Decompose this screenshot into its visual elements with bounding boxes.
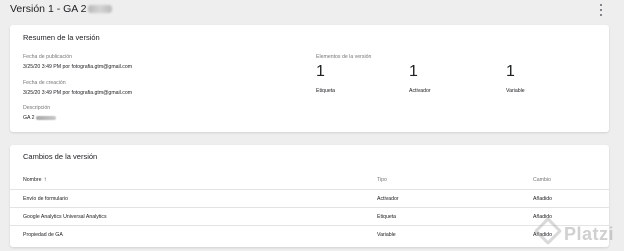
version-header: Versión 1 - GA 2 xyxy=(0,0,624,20)
elements-label: Elementos de la versión xyxy=(316,54,372,60)
row-type: Activador xyxy=(377,196,399,202)
description-value: GA 2 xyxy=(23,115,56,121)
version-changes-card: Cambios de la versión Nombre ↑ Tipo Cambi… xyxy=(10,145,609,247)
description-text: GA 2 xyxy=(23,115,35,121)
row-name: Propiedad de GA xyxy=(23,232,63,238)
redacted-text xyxy=(88,5,113,14)
tag-count-label: Etiqueta xyxy=(316,88,336,94)
publication-date-value: 3/25/20 3:49 PM por fotografia.gtm@gmail… xyxy=(23,64,133,70)
column-header-change[interactable]: Cambio xyxy=(533,177,551,183)
changes-title: Cambios de la versión xyxy=(23,152,98,161)
variable-count: 1 xyxy=(506,63,515,80)
publication-date-label: Fecha de publicación xyxy=(23,54,73,60)
variable-count-label: Variable xyxy=(506,88,525,94)
arrow-up-icon[interactable]: ↑ xyxy=(43,177,46,183)
row-type: Etiqueta xyxy=(377,214,397,220)
table-row[interactable]: Envío de formulario Activador Añadido xyxy=(10,189,609,208)
trigger-count: 1 xyxy=(409,63,418,80)
trigger-count-label: Activador xyxy=(409,88,431,94)
table-row[interactable]: Google Analytics Universal Analytics Eti… xyxy=(10,207,609,226)
version-title-text: Versión 1 - GA 2 xyxy=(10,3,87,15)
tag-count: 1 xyxy=(316,63,325,80)
redacted-text xyxy=(35,115,56,120)
column-header-type[interactable]: Tipo xyxy=(377,177,387,183)
column-header-name[interactable]: Nombre ↑ xyxy=(23,177,46,183)
more-options-icon[interactable] xyxy=(599,4,603,16)
version-summary-card: Resumen de la versión Fecha de publicaci… xyxy=(10,25,609,132)
row-name: Envío de formulario xyxy=(23,196,68,202)
description-label: Descripción xyxy=(23,105,51,111)
watermark: Platzi xyxy=(563,224,614,244)
summary-title: Resumen de la versión xyxy=(23,33,100,42)
creation-date-label: Fecha de creación xyxy=(23,80,66,86)
column-header-name-label: Nombre xyxy=(23,177,42,183)
table-row[interactable]: Propiedad de GA Variable Añadido xyxy=(10,225,609,244)
row-change: Añadido xyxy=(533,196,553,202)
creation-date-value: 3/25/20 3:49 PM por fotografia.gtm@gmail… xyxy=(23,90,133,96)
row-type: Variable xyxy=(377,232,396,238)
version-title: Versión 1 - GA 2 xyxy=(10,3,113,15)
row-name: Google Analytics Universal Analytics xyxy=(23,214,107,220)
